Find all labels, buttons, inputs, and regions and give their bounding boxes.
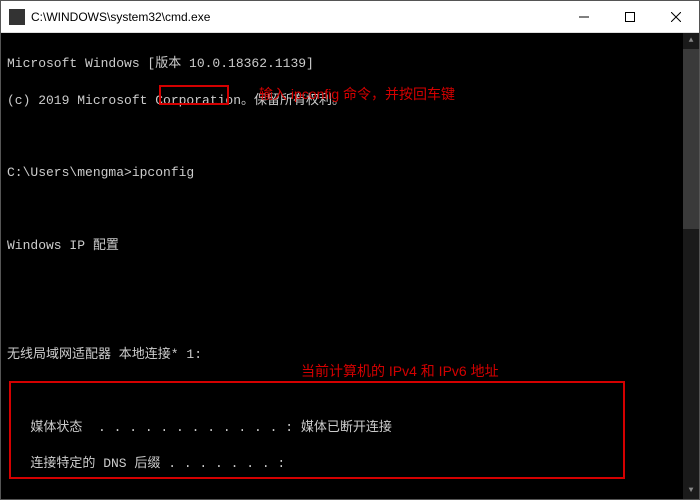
- command-text: ipconfig: [132, 165, 194, 180]
- output-line: [7, 310, 693, 328]
- close-button[interactable]: [653, 1, 699, 33]
- cmd-icon: [9, 9, 25, 25]
- minimize-icon: [579, 12, 589, 22]
- scroll-up-arrow[interactable]: ▲: [683, 33, 699, 49]
- window-controls: [561, 1, 699, 33]
- output-line: Microsoft Windows [版本 10.0.18362.1139]: [7, 55, 693, 73]
- annotation-highlight-command: [159, 85, 229, 105]
- prompt-line: C:\Users\mengma>ipconfig: [7, 164, 693, 182]
- titlebar: C:\WINDOWS\system32\cmd.exe: [1, 1, 699, 33]
- output-line: Windows IP 配置: [7, 237, 693, 255]
- output-line: [7, 201, 693, 219]
- output-line: [7, 492, 693, 499]
- output-line: [7, 273, 693, 291]
- scroll-thumb[interactable]: [683, 49, 699, 229]
- scroll-down-arrow[interactable]: ▼: [683, 483, 699, 499]
- window-title: C:\WINDOWS\system32\cmd.exe: [31, 10, 561, 24]
- output-line: [7, 128, 693, 146]
- close-icon: [671, 12, 681, 22]
- minimize-button[interactable]: [561, 1, 607, 33]
- annotation-note-command: 输入 ipconfig 命令，并按回车键: [259, 85, 455, 105]
- terminal[interactable]: Microsoft Windows [版本 10.0.18362.1139] (…: [1, 33, 699, 499]
- cmd-window: C:\WINDOWS\system32\cmd.exe Microsoft Wi…: [0, 0, 700, 500]
- scrollbar[interactable]: ▲ ▼: [683, 33, 699, 499]
- maximize-button[interactable]: [607, 1, 653, 33]
- maximize-icon: [625, 12, 635, 22]
- annotation-note-ip: 当前计算机的 IPv4 和 IPv6 地址: [301, 362, 499, 382]
- annotation-highlight-ip: [9, 381, 625, 479]
- prompt: C:\Users\mengma>: [7, 165, 132, 180]
